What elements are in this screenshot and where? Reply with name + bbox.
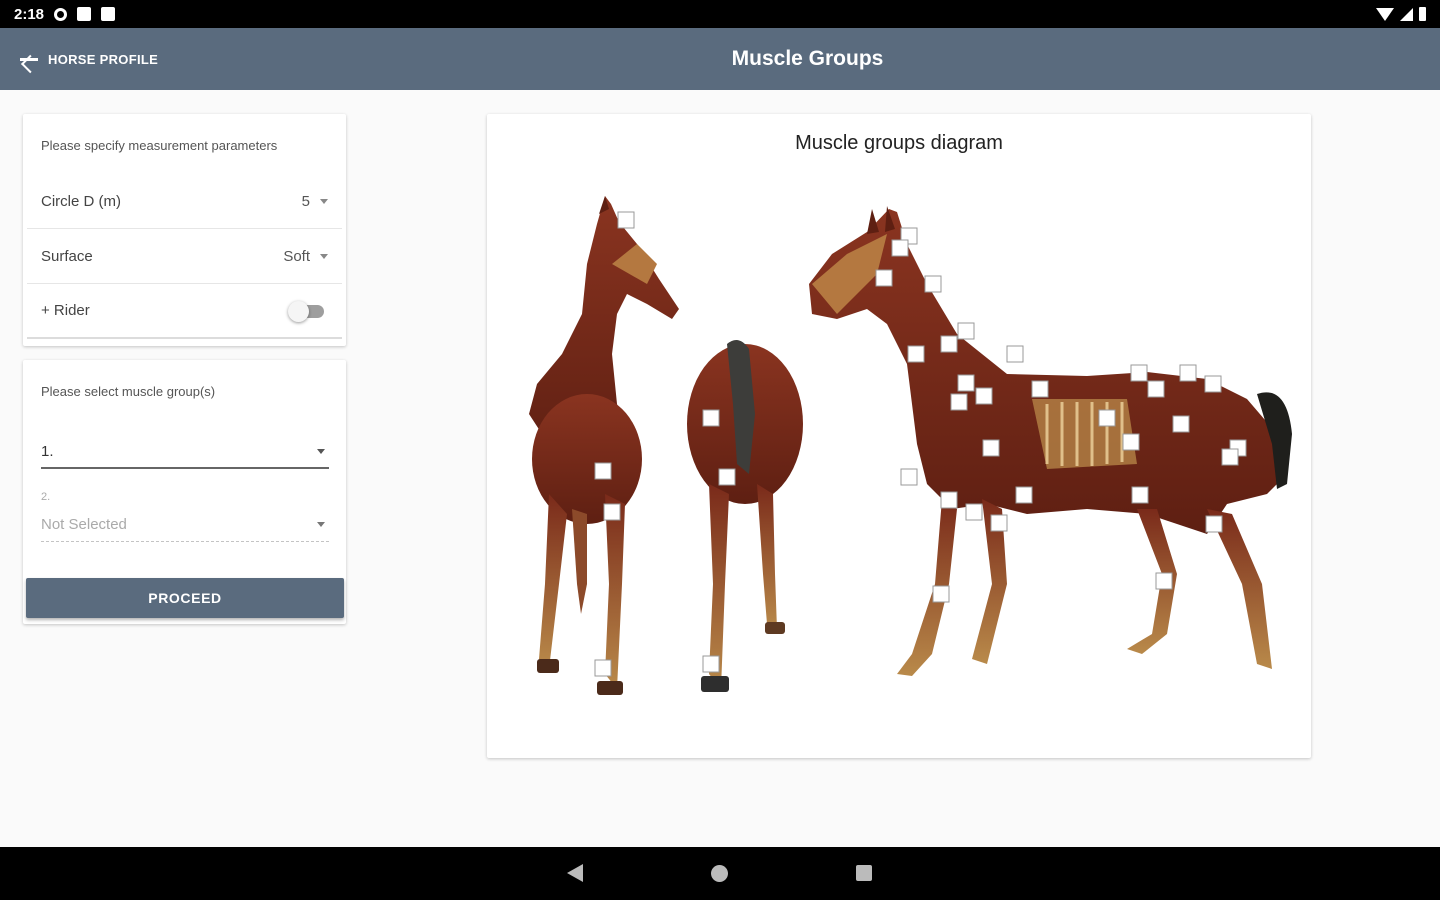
rider-row: + Rider (27, 284, 342, 339)
muscle-marker[interactable] (1147, 380, 1165, 398)
app-bar: HORSE PROFILE Muscle Groups (0, 28, 1440, 90)
nav-home-icon[interactable] (711, 865, 728, 882)
muscle-marker[interactable] (594, 462, 612, 480)
muscle-marker[interactable] (891, 239, 909, 257)
muscle-group-select-1-value: 1. (41, 442, 54, 460)
toggle-thumb (288, 300, 309, 322)
rider-toggle[interactable] (288, 300, 328, 322)
muscle-marker[interactable] (907, 345, 925, 363)
muscle-marker[interactable] (940, 491, 958, 509)
muscle-diagram-card: Muscle groups diagram (487, 114, 1311, 758)
horse-rear-view (687, 340, 803, 692)
muscle-marker[interactable] (924, 275, 942, 293)
muscle-marker[interactable] (1155, 572, 1173, 590)
muscle-marker[interactable] (617, 211, 635, 229)
circle-diameter-row[interactable]: Circle D (m) 5 (27, 174, 342, 229)
surface-value: Soft (283, 247, 310, 265)
muscle-marker[interactable] (900, 468, 918, 486)
muscle-marker[interactable] (1172, 415, 1190, 433)
parameters-heading: Please specify measurement parameters (41, 138, 278, 153)
horse-anatomy-diagram (529, 196, 1292, 695)
muscle-marker[interactable] (965, 503, 983, 521)
muscle-marker[interactable] (975, 387, 993, 405)
muscle-marker[interactable] (990, 514, 1008, 532)
muscle-group-card: Please select muscle group(s) 1. 2. Not … (23, 360, 346, 624)
chevron-down-icon (320, 198, 328, 204)
sd-card-icon (101, 7, 116, 21)
muscle-marker[interactable] (1098, 409, 1116, 427)
muscle-marker[interactable] (702, 409, 720, 427)
muscle-marker[interactable] (940, 335, 958, 353)
muscle-group-select-1[interactable]: 1. (41, 435, 329, 469)
signal-icon (1400, 7, 1413, 21)
muscle-marker[interactable] (1006, 345, 1024, 363)
muscle-group-heading: Please select muscle group(s) (41, 384, 216, 399)
muscle-marker[interactable] (1122, 433, 1140, 451)
measurement-parameters-card: Please specify measurement parameters Ci… (23, 114, 346, 346)
surface-row[interactable]: Surface Soft (27, 229, 342, 284)
muscle-marker[interactable] (594, 659, 612, 677)
notification-icon (77, 7, 92, 21)
muscle-marker[interactable] (982, 439, 1000, 457)
chevron-down-icon (317, 522, 325, 527)
muscle-marker[interactable] (957, 322, 975, 340)
circle-diameter-label: Circle D (m) (41, 192, 121, 210)
chevron-down-icon (317, 448, 325, 454)
muscle-marker[interactable] (1205, 515, 1223, 533)
muscle-marker[interactable] (1179, 364, 1197, 382)
muscle-marker[interactable] (1221, 448, 1239, 466)
battery-icon (1419, 7, 1426, 21)
status-time: 2:18 (14, 5, 45, 23)
nav-back-icon[interactable] (567, 864, 583, 882)
surface-label: Surface (41, 247, 93, 265)
page-title: Muscle Groups (731, 47, 884, 70)
muscle-marker[interactable] (702, 655, 720, 673)
muscle-marker[interactable] (1131, 486, 1149, 504)
chevron-down-icon (320, 253, 328, 259)
status-bar: 2:18 (0, 0, 1440, 28)
muscle-marker[interactable] (1130, 364, 1148, 382)
muscle-marker[interactable] (957, 374, 975, 392)
muscle-marker[interactable] (1204, 375, 1222, 393)
nav-recents-icon[interactable] (856, 865, 872, 881)
muscle-group-select-2-label: 2. (41, 491, 51, 503)
muscle-marker[interactable] (1031, 380, 1049, 398)
muscle-marker[interactable] (603, 503, 621, 521)
muscle-marker[interactable] (875, 269, 893, 287)
muscle-marker[interactable] (718, 468, 736, 486)
horse-front-view (529, 196, 679, 695)
muscle-marker[interactable] (1015, 486, 1033, 504)
muscle-group-select-2-value: Not Selected (41, 516, 127, 533)
muscle-group-select-2[interactable]: Not Selected (41, 508, 329, 542)
wifi-icon (1376, 7, 1394, 21)
muscle-marker[interactable] (932, 585, 950, 603)
circle-diameter-value: 5 (301, 192, 310, 210)
circle-diameter-select[interactable]: 5 (302, 193, 328, 210)
proceed-button[interactable]: PROCEED (26, 578, 344, 618)
settings-icon (54, 7, 68, 21)
system-navigation-bar (0, 847, 1440, 900)
muscle-marker[interactable] (950, 393, 968, 411)
surface-select[interactable]: Soft (283, 248, 328, 265)
rider-label: + Rider (41, 302, 90, 319)
